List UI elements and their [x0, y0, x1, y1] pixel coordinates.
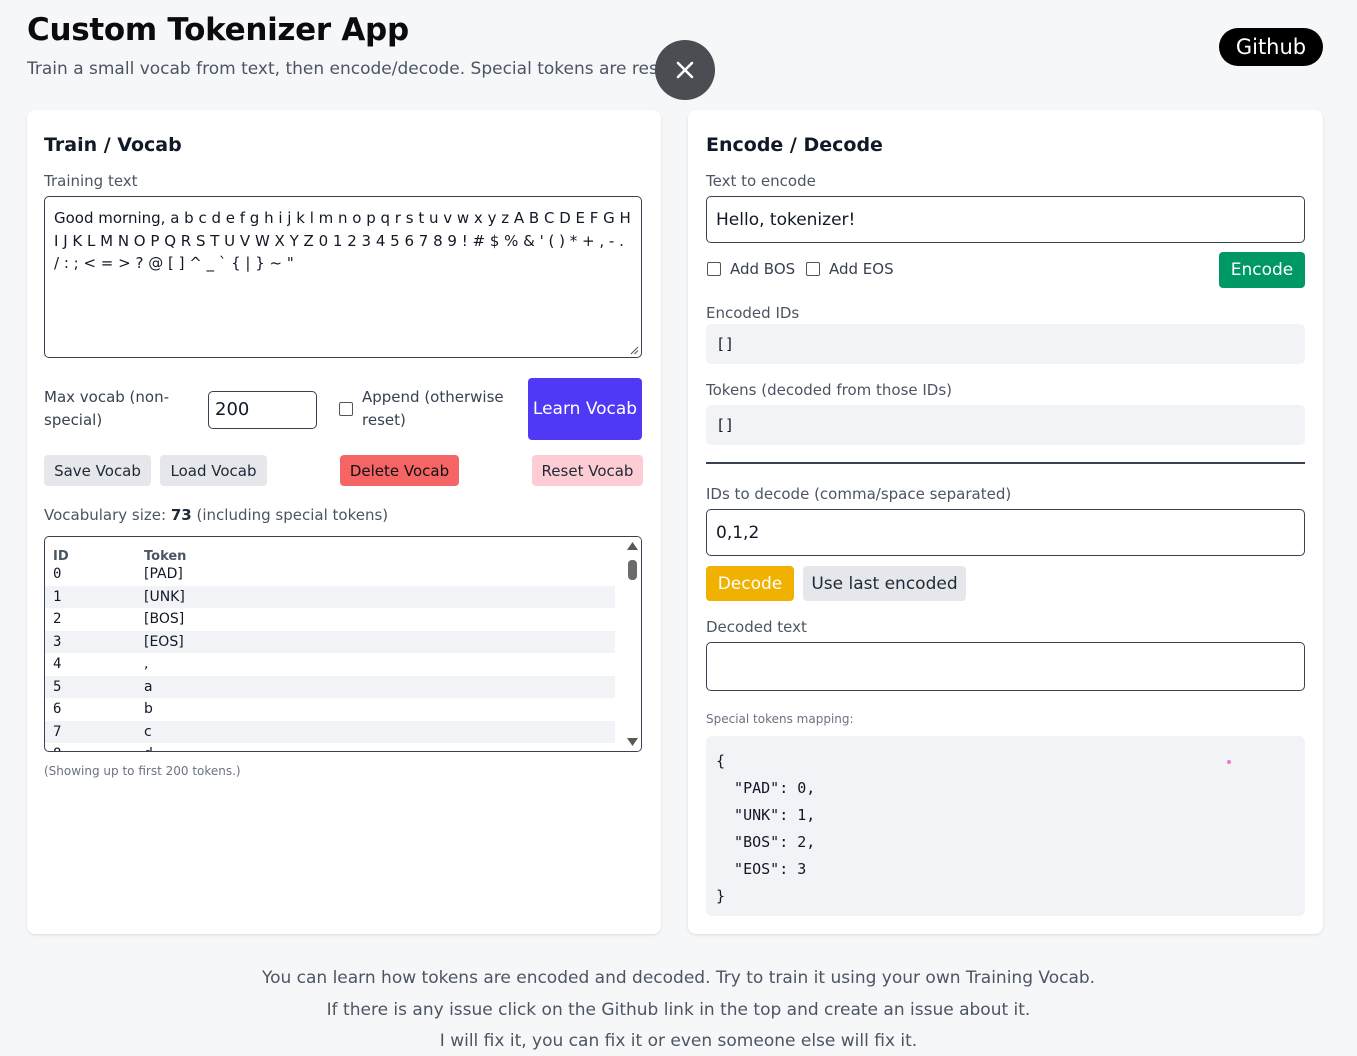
- table-row: 0 [PAD]: [45, 563, 615, 586]
- tokens-output: []: [706, 405, 1305, 445]
- table-row: 2 [BOS]: [45, 608, 615, 631]
- encoded-ids-label: Encoded IDs: [706, 304, 800, 322]
- decoded-text-label: Decoded text: [706, 618, 807, 636]
- ids-to-decode-label: IDs to decode (comma/space separated): [706, 485, 1012, 503]
- table-cell-token: ,: [144, 656, 149, 673]
- app-title: Custom Tokenizer App: [27, 12, 409, 48]
- table-cell-id: 3: [53, 633, 62, 650]
- github-button[interactable]: Github: [1219, 28, 1323, 66]
- footer-line-1: You can learn how tokens are encoded and…: [261, 968, 1096, 988]
- table-cell-id: 1: [53, 588, 62, 605]
- vocab-table[interactable]: ID Token 0 [PAD] 1 [UNK] 2 [BOS] 3 [EOS] 4, 5 a 6 b 7…: [44, 536, 642, 752]
- table-cell-id: 5: [53, 678, 62, 695]
- ids-to-decode-input[interactable]: 0,1,2: [706, 509, 1305, 556]
- cursor-dot: [1227, 760, 1231, 764]
- table-cell-token: b: [144, 701, 153, 718]
- table-cell-id: 2: [53, 611, 62, 628]
- text-to-encode-input[interactable]: Hello, tokenizer!: [706, 196, 1305, 243]
- table-footnote: (Showing up to first 200 tokens.): [44, 764, 241, 778]
- max-vocab-label: Max vocab (non-special): [44, 388, 170, 429]
- scroll-down-icon[interactable]: [627, 738, 638, 746]
- tokens-label: Tokens (decoded from those IDs): [706, 381, 953, 399]
- training-textarea[interactable]: Good morning, a b c d e f g h i j k l m …: [44, 196, 642, 358]
- add-eos-checkbox[interactable]: [806, 262, 820, 276]
- table-cell-token: c: [144, 723, 152, 740]
- load-vocab-button[interactable]: Load Vocab: [160, 455, 267, 486]
- table-cell-token: a: [144, 678, 153, 695]
- vocab-size-suffix: (including special tokens): [196, 506, 389, 524]
- footer-line-2: If there is any issue click on the Githu…: [326, 999, 1031, 1020]
- decode-button[interactable]: Decode: [706, 566, 794, 601]
- training-text-label: Training text: [44, 172, 138, 190]
- table-row: 5a: [45, 675, 615, 698]
- vocab-size-value: 73: [170, 506, 192, 524]
- add-bos-checkbox[interactable]: [707, 262, 721, 276]
- table-row: 3 [EOS]: [45, 630, 615, 653]
- max-vocab-input[interactable]: 200: [208, 391, 317, 429]
- scroll-up-icon[interactable]: [627, 542, 638, 550]
- table-row: 7c: [45, 720, 615, 743]
- table-row: 8d: [45, 743, 615, 751]
- append-checkbox[interactable]: [339, 402, 353, 416]
- table-cell-token: [EOS]: [144, 633, 184, 650]
- resize-grip-icon[interactable]: [630, 346, 639, 355]
- save-vocab-button[interactable]: Save Vocab: [44, 455, 151, 486]
- codec-card-title: Encode / Decode: [706, 134, 883, 156]
- table-header-token: Token: [144, 549, 187, 564]
- train-vocab-card: Train / Vocab Training text Good morning…: [27, 110, 661, 934]
- table-header-id: ID: [53, 549, 69, 564]
- table-cell-id: 8: [45, 746, 144, 751]
- vocab-size-text: Vocabulary size: 73 (including special t…: [44, 506, 388, 524]
- use-last-encoded-button[interactable]: Use last encoded: [803, 566, 966, 601]
- table-cell-id: 0: [53, 566, 62, 583]
- app-subtitle: Train a small vocab from text, then enco…: [27, 59, 657, 79]
- add-bos-label: Add BOS: [730, 260, 796, 278]
- encode-button[interactable]: Encode: [1219, 252, 1305, 288]
- table-cell-token: d: [144, 746, 615, 751]
- table-cell-token: [BOS]: [144, 611, 185, 628]
- add-eos-label: Add EOS: [829, 260, 894, 278]
- encoded-ids-output: []: [706, 324, 1305, 364]
- table-body: 0[PAD]1[UNK]2[BOS]3[EOS]4,5a6b7c8d: [45, 563, 615, 751]
- decoded-text-output[interactable]: [706, 642, 1305, 691]
- table-scrollbar[interactable]: [624, 537, 641, 751]
- table-row: 4,: [45, 653, 615, 676]
- learn-vocab-button[interactable]: Learn Vocab: [528, 378, 642, 440]
- table-cell-token: [PAD]: [144, 566, 183, 583]
- table-row: 1 [UNK]: [45, 585, 615, 608]
- special-tokens-label: Special tokens mapping:: [706, 712, 854, 726]
- text-to-encode-label: Text to encode: [706, 172, 816, 190]
- train-card-title: Train / Vocab: [44, 134, 182, 156]
- footer: You can learn how tokens are encoded and…: [0, 963, 1357, 1056]
- table-cell-id: 6: [53, 701, 62, 718]
- scroll-thumb[interactable]: [628, 560, 637, 580]
- append-label: Append (otherwise reset): [362, 388, 504, 429]
- special-tokens-json: { "PAD": 0, "UNK": 1, "BOS": 2, "EOS": 3…: [706, 736, 1305, 916]
- encode-decode-card: Encode / Decode Text to encode Hello, to…: [688, 110, 1323, 934]
- delete-vocab-button[interactable]: Delete Vocab: [340, 455, 459, 486]
- table-row: 6b: [45, 698, 615, 721]
- footer-line-3: I will fix it, you can fix it or even so…: [439, 1031, 918, 1051]
- close-icon: [676, 61, 694, 79]
- vocab-size-prefix: Vocabulary size:: [44, 506, 167, 524]
- table-cell-id: 4: [53, 656, 62, 673]
- training-text-value: Good morning, a b c d e f g h i j k l m …: [54, 209, 631, 272]
- close-button[interactable]: [655, 40, 715, 100]
- reset-vocab-button[interactable]: Reset Vocab: [532, 455, 643, 486]
- table-cell-id: 7: [53, 723, 62, 740]
- section-divider: [706, 462, 1305, 464]
- table-cell-token: [UNK]: [144, 588, 185, 605]
